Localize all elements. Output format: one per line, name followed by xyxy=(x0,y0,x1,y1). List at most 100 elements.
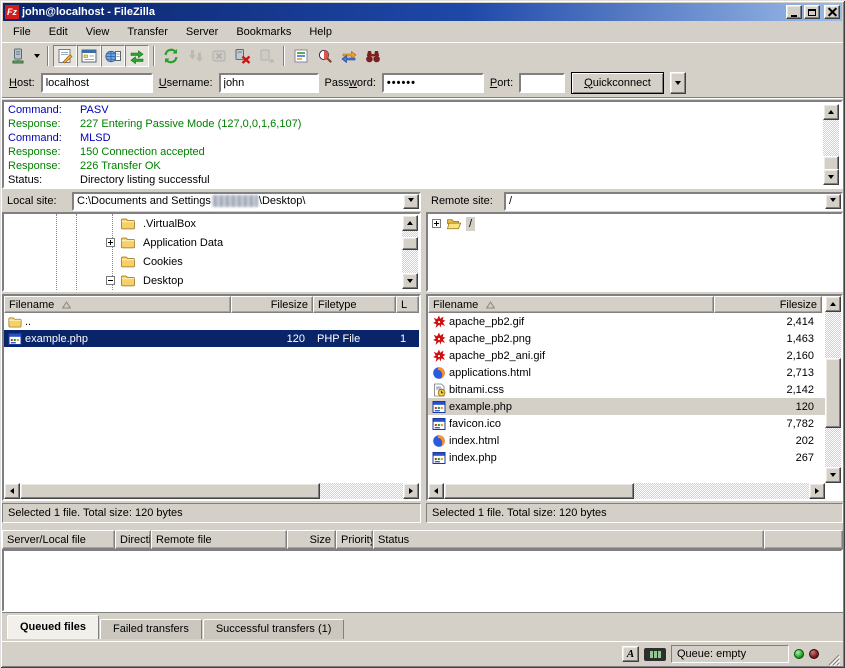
expander-plus-icon[interactable] xyxy=(106,238,120,247)
local-tree-scrollbar[interactable] xyxy=(402,215,418,289)
tree-item-virtualbox[interactable]: .VirtualBox xyxy=(4,214,419,233)
tree-item-cookies[interactable]: Cookies xyxy=(4,252,419,271)
tab-queued-files[interactable]: Queued files xyxy=(7,615,99,639)
directory-comparison-button[interactable] xyxy=(313,45,337,67)
minimize-button[interactable] xyxy=(786,5,802,19)
file-row-applications-html[interactable]: applications.html2,713 xyxy=(428,364,841,381)
file-row-index-html[interactable]: index.html202 xyxy=(428,432,841,449)
file-row-bitnami-css[interactable]: bitnami.css2,142 xyxy=(428,381,841,398)
filter-button[interactable] xyxy=(289,45,313,67)
local-horizontal-scrollbar[interactable] xyxy=(4,483,419,499)
scroll-up-button[interactable] xyxy=(825,296,841,312)
filename-cell: favicon.ico xyxy=(428,415,714,432)
column-header-filetype[interactable]: Filetype xyxy=(313,296,396,313)
scroll-up-button[interactable] xyxy=(823,104,839,120)
scrollbar-thumb[interactable] xyxy=(402,237,418,250)
toggle-local-tree-button[interactable] xyxy=(77,45,101,67)
menu-help[interactable]: Help xyxy=(300,23,341,41)
filename-cell: bitnami.css xyxy=(428,381,714,398)
scrollbar-thumb[interactable] xyxy=(20,483,320,499)
menu-server[interactable]: Server xyxy=(177,23,227,41)
site-manager-dropdown-button[interactable] xyxy=(30,45,43,67)
remote-file-list-header: FilenameFilesize xyxy=(428,296,841,313)
file-row-apache-pb2-gif[interactable]: apache_pb2.gif2,414 xyxy=(428,313,841,330)
toggle-remote-tree-button[interactable] xyxy=(101,45,125,67)
file-row-example-php[interactable]: example.php120PHP File1 xyxy=(4,330,419,347)
remote-site-dropdown-button[interactable] xyxy=(825,194,841,209)
tab-successful-transfers-1[interactable]: Successful transfers (1) xyxy=(203,619,345,639)
log-scrollbar[interactable] xyxy=(823,104,839,185)
broken-image-icon xyxy=(432,315,446,329)
speed-limit-icon[interactable] xyxy=(644,648,666,661)
refresh-button[interactable] xyxy=(159,45,183,67)
expander-minus-icon[interactable] xyxy=(106,276,120,285)
host-input[interactable] xyxy=(41,73,153,93)
scrollbar-thumb[interactable] xyxy=(825,358,841,428)
log-line-type: Response: xyxy=(8,117,80,131)
menu-edit[interactable]: Edit xyxy=(40,23,77,41)
resize-grip-icon[interactable] xyxy=(826,652,840,666)
scroll-down-button[interactable] xyxy=(825,467,841,483)
queue-column-status[interactable]: Status xyxy=(373,530,764,549)
scrollbar-thumb[interactable] xyxy=(444,483,634,499)
file-row-favicon-ico[interactable]: favicon.ico7,782 xyxy=(428,415,841,432)
remote-list-scrollbar[interactable] xyxy=(825,296,841,483)
scroll-right-button[interactable] xyxy=(403,483,419,499)
queue-column-server-local-file[interactable]: Server/Local file xyxy=(2,530,115,549)
scroll-down-button[interactable] xyxy=(402,273,418,289)
tab-failed-transfers[interactable]: Failed transfers xyxy=(100,619,202,639)
scroll-down-button[interactable] xyxy=(823,169,839,185)
synchronized-browsing-button[interactable] xyxy=(337,45,361,67)
column-header-filename[interactable]: Filename xyxy=(4,296,231,313)
filename-text: index.html xyxy=(449,435,499,447)
file-row-[interactable]: .. xyxy=(4,313,419,330)
toggle-message-log-button[interactable] xyxy=(53,45,77,67)
file-row-example-php[interactable]: example.php120 xyxy=(428,398,841,415)
menu-view[interactable]: View xyxy=(77,23,119,41)
column-header-filesize[interactable]: Filesize xyxy=(231,296,313,313)
local-site-combo[interactable]: C:\Documents and Settings\Desktop\ xyxy=(72,192,421,211)
scroll-up-button[interactable] xyxy=(402,215,418,231)
quickconnect-dropdown-button[interactable] xyxy=(670,72,686,94)
transfer-queue-header: Server/Local fileDirecti...Remote fileSi… xyxy=(2,529,843,549)
scroll-left-button[interactable] xyxy=(4,483,20,499)
tree-item-desktop[interactable]: Desktop xyxy=(4,271,419,290)
queue-column-size[interactable]: Size xyxy=(287,530,336,549)
remote-site-combo[interactable]: / xyxy=(504,192,843,211)
username-input[interactable] xyxy=(219,73,319,93)
close-button[interactable] xyxy=(824,5,840,19)
queue-column-directi[interactable]: Directi... xyxy=(115,530,151,549)
site-manager-button[interactable] xyxy=(6,45,30,67)
column-header-filesize[interactable]: Filesize xyxy=(714,296,822,313)
file-row-apache-pb2-png[interactable]: apache_pb2.png1,463 xyxy=(428,330,841,347)
menu-transfer[interactable]: Transfer xyxy=(118,23,177,41)
expander-plus-icon[interactable] xyxy=(432,219,446,228)
column-header-label: Status xyxy=(378,534,409,546)
disconnect-button[interactable] xyxy=(231,45,255,67)
menu-file[interactable]: File xyxy=(4,23,40,41)
tree-item-root[interactable]: / xyxy=(428,214,841,233)
scroll-right-button[interactable] xyxy=(809,483,825,499)
scroll-left-button[interactable] xyxy=(428,483,444,499)
queue-column-priority[interactable]: Priority xyxy=(336,530,373,549)
port-input[interactable] xyxy=(519,73,565,93)
file-row-apache-pb2-ani-gif[interactable]: apache_pb2_ani.gif2,160 xyxy=(428,347,841,364)
tree-item-application-data[interactable]: Application Data xyxy=(4,233,419,252)
queue-column-remote-file[interactable]: Remote file xyxy=(151,530,287,549)
column-header-filename[interactable]: Filename xyxy=(428,296,714,313)
maximize-button[interactable] xyxy=(804,5,820,19)
menu-bookmarks[interactable]: Bookmarks xyxy=(227,23,300,41)
dropdown-arrow-icon xyxy=(34,54,40,61)
filesize-cell: 120 xyxy=(231,330,313,347)
directory-comparison-icon xyxy=(317,48,333,64)
find-files-button[interactable] xyxy=(361,45,385,67)
password-input[interactable] xyxy=(382,73,484,93)
local-site-dropdown-button[interactable] xyxy=(403,194,419,209)
file-row-index-php[interactable]: index.php267 xyxy=(428,449,841,466)
toggle-queue-button[interactable] xyxy=(125,45,149,67)
quickconnect-button[interactable]: Quickconnect xyxy=(571,72,664,94)
toolbar-separator xyxy=(283,46,285,66)
remote-horizontal-scrollbar[interactable] xyxy=(428,483,825,499)
ascii-data-type-icon[interactable]: A xyxy=(622,646,639,662)
column-header-l[interactable]: L xyxy=(396,296,419,313)
